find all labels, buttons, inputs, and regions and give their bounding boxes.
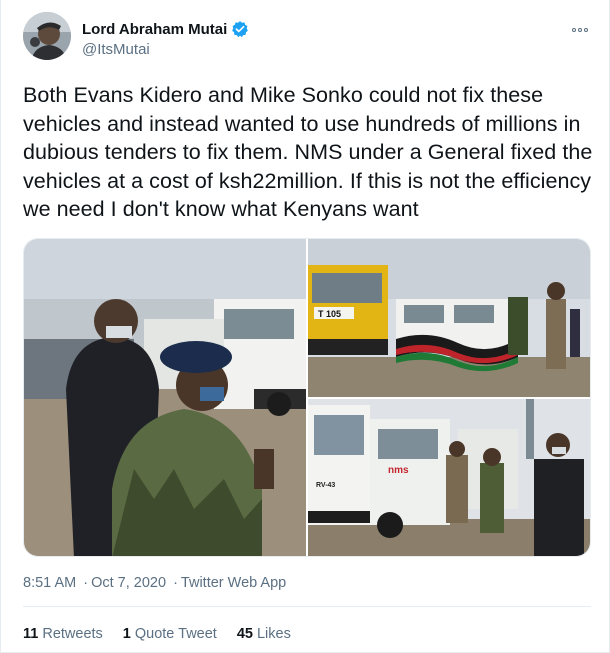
tweet-photo-flag-off[interactable]: T 105: [308, 239, 590, 397]
author-name-row: Lord Abraham Mutai: [82, 20, 249, 38]
quotes-stat[interactable]: 1 Quote Tweet: [123, 626, 217, 642]
tweet-date[interactable]: Oct 7, 2020: [91, 575, 166, 591]
quotes-count: 1: [122, 626, 131, 642]
meta-separator: ·: [83, 575, 89, 591]
author-name[interactable]: Lord Abraham Mutai: [82, 21, 227, 38]
tweet-photo-trucks[interactable]: RV-43 nms: [308, 399, 590, 556]
retweets-label: Retweets: [42, 626, 103, 642]
tweet-card: Lord Abraham Mutai @ItsMutai Both Evans …: [0, 0, 610, 653]
nms-logo-text: nms: [388, 465, 409, 476]
verified-badge-icon: [231, 20, 249, 38]
tweet-text: Both Evans Kidero and Mike Sonko could n…: [23, 83, 593, 221]
truck-plate-text: T 105: [318, 309, 341, 319]
meta-separator: ·: [173, 575, 178, 591]
tweet-source[interactable]: Twitter Web App: [181, 575, 286, 591]
likes-count: 45: [236, 626, 253, 642]
tweet-media-grid: T 105 RV-43 nms: [23, 238, 591, 557]
retweets-stat[interactable]: 11 Retweets: [23, 626, 103, 642]
avatar[interactable]: [23, 12, 71, 60]
truck-plate-text: RV-43: [316, 482, 335, 489]
likes-stat[interactable]: 45 Likes: [237, 626, 291, 642]
retweets-count: 11: [23, 626, 39, 642]
likes-label: Likes: [256, 626, 291, 642]
tweet-photo-officials[interactable]: [24, 239, 306, 556]
tweet-stats: 11 Retweets 1 Quote Tweet 45 Likes: [23, 626, 291, 642]
divider: [23, 606, 591, 607]
quotes-label: Quote Tweet: [134, 626, 217, 642]
tweet-time[interactable]: 8:51 AM: [23, 575, 76, 591]
more-options-icon[interactable]: [569, 22, 591, 38]
tweet-timestamp: 8:51 AM · Oct 7, 2020 · Twitter Web App: [23, 575, 286, 591]
author-handle[interactable]: @ItsMutai: [82, 41, 150, 58]
